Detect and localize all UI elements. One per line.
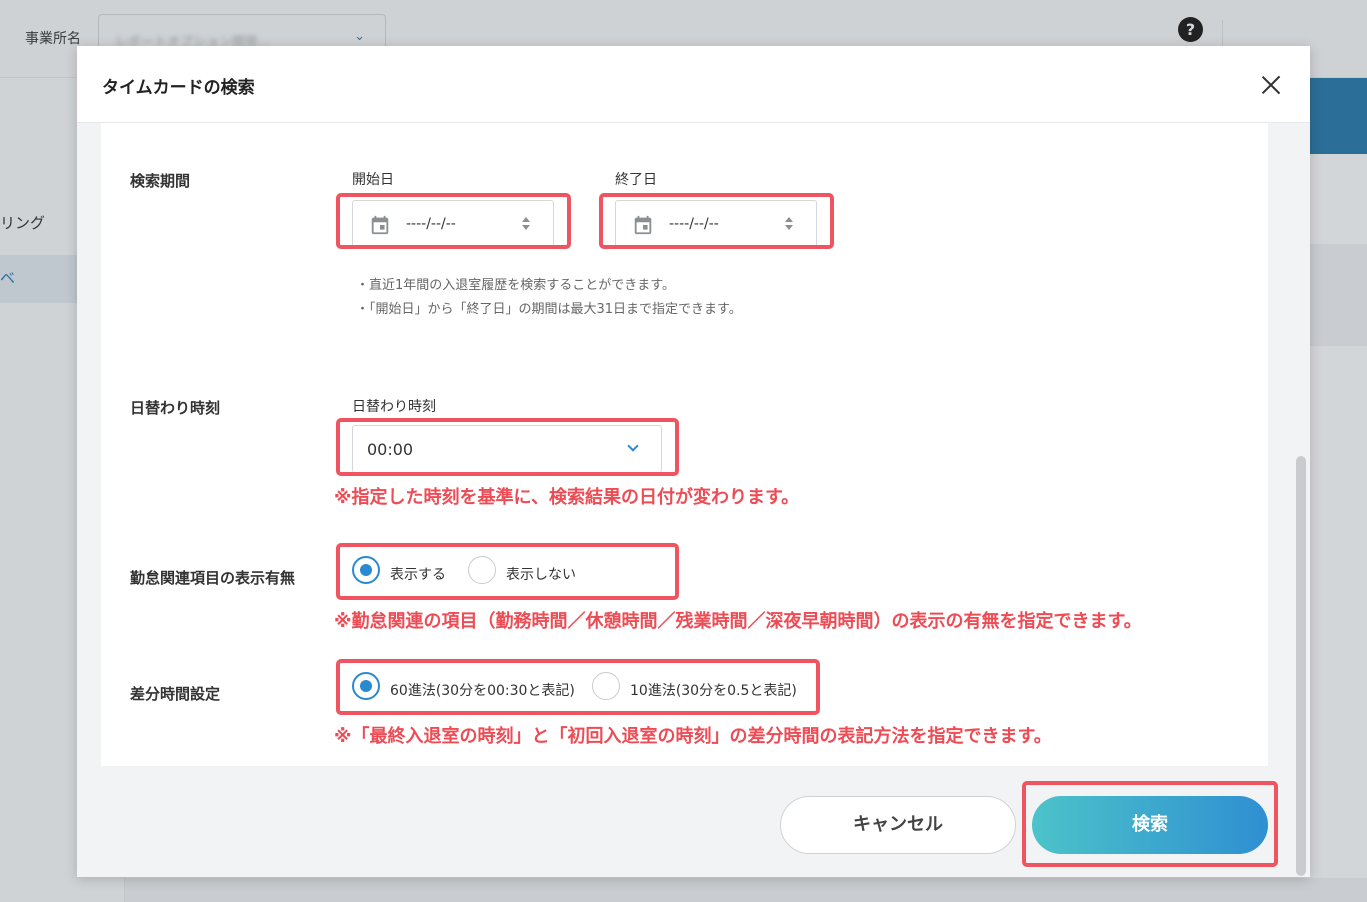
cancel-button[interactable]: キャンセル <box>780 796 1016 854</box>
date-spinner-icon[interactable] <box>522 217 531 233</box>
radio-show-label[interactable]: 表示する <box>390 564 446 584</box>
radio-hide[interactable] <box>468 556 496 584</box>
attendance-display-note: ※勤怠関連の項目（勤務時間／休憩時間／残業時間／深夜早朝時間）の表示の有無を指定… <box>334 611 1142 632</box>
calendar-icon <box>371 215 389 235</box>
day-change-value: 00:00 <box>367 440 414 459</box>
search-button[interactable]: 検索 <box>1032 796 1268 854</box>
search-period-label: 検索期間 <box>130 172 191 190</box>
sidebar-item[interactable]: リング <box>0 212 45 233</box>
radio-hide-label[interactable]: 表示しない <box>506 564 576 584</box>
close-icon[interactable] <box>1258 72 1284 98</box>
background-content <box>125 878 1367 902</box>
diff-time-note: ※「最終入退室の時刻」と「初回入退室の時刻」の差分時間の表記方法を指定できます。 <box>334 726 1052 747</box>
radio-show[interactable] <box>352 556 380 584</box>
start-date-label: 開始日 <box>352 172 394 188</box>
scrollbar-thumb[interactable] <box>1296 456 1306 876</box>
modal-title: タイムカードの検索 <box>102 78 255 98</box>
start-date-input[interactable]: ----/--/-- <box>352 200 554 248</box>
radio-60[interactable] <box>352 672 380 700</box>
day-change-label: 日替わり時刻 <box>130 399 221 417</box>
radio-10[interactable] <box>592 672 620 700</box>
sidebar-item-active[interactable]: ベ <box>0 255 78 303</box>
attendance-display-label: 勤怠関連項目の表示有無 <box>130 569 296 587</box>
start-date-value: ----/--/-- <box>406 216 456 232</box>
end-date-value: ----/--/-- <box>669 216 719 232</box>
day-change-note: ※指定した時刻を基準に、検索結果の日付が変わります。 <box>334 487 800 508</box>
timecard-search-modal: タイムカードの検索 検索期間 開始日 終了日 ----/--/-- ----/-… <box>77 46 1310 877</box>
diff-time-label: 差分時間設定 <box>130 685 221 703</box>
search-period-hint-1: ・直近1年間の入退室履歴を検索することができます。 <box>356 278 675 293</box>
radio-60-label[interactable]: 60進法(30分を00:30と表記) <box>390 680 575 700</box>
background-panel <box>1310 244 1367 346</box>
end-date-input[interactable]: ----/--/-- <box>615 200 817 248</box>
chevron-down-icon: ⌄ <box>354 29 365 44</box>
sidebar-item-active-label: ベ <box>0 269 16 287</box>
office-label: 事業所名 <box>25 31 81 47</box>
radio-10-label[interactable]: 10進法(30分を0.5と表記) <box>630 680 797 700</box>
modal-header: タイムカードの検索 <box>77 46 1310 123</box>
day-change-select[interactable]: 00:00 <box>352 425 662 473</box>
date-spinner-icon[interactable] <box>785 217 794 233</box>
day-change-sub-label: 日替わり時刻 <box>352 399 436 415</box>
calendar-icon <box>634 215 652 235</box>
search-period-hint-2: ・「開始日」から「終了日」の期間は最大31日まで指定できます。 <box>356 302 742 317</box>
background-panel-accent <box>1310 78 1367 154</box>
search-form: 検索期間 開始日 終了日 ----/--/-- ----/--/-- ・直近1年… <box>101 123 1268 766</box>
chevron-down-icon <box>627 440 639 452</box>
help-icon[interactable]: ? <box>1178 17 1203 42</box>
end-date-label: 終了日 <box>615 172 657 188</box>
